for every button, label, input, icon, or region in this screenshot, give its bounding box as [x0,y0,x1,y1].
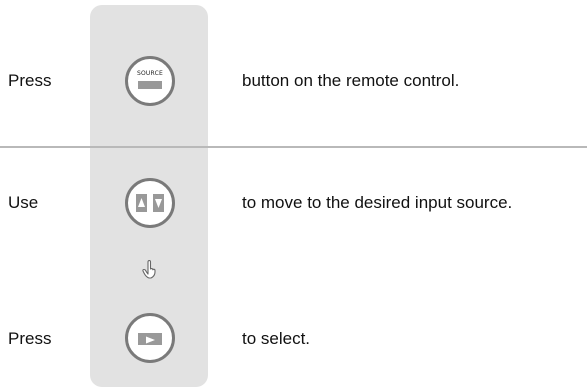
up-arrow-icon [136,194,147,212]
step-2-description: to move to the desired input source. [242,193,513,212]
pointing-hand-icon [140,258,158,280]
down-arrow-icon [153,194,164,212]
step-1-verb: Press [8,71,52,90]
step-3-description: to select. [242,329,311,348]
instruction-page: Press SOURCE button on the remote contro… [0,0,587,387]
source-button-icon: SOURCE [125,56,175,106]
up-down-arrow-button-icon [125,178,175,228]
source-button-label: SOURCE [137,70,163,77]
step-2-verb: Use [8,193,39,212]
step-1-description: button on the remote control. [242,71,460,90]
section-divider [0,146,587,148]
enter-key [138,333,162,345]
source-button-bar [138,81,162,89]
play-enter-button-icon [125,313,175,363]
step-3-verb: Press [8,329,52,348]
